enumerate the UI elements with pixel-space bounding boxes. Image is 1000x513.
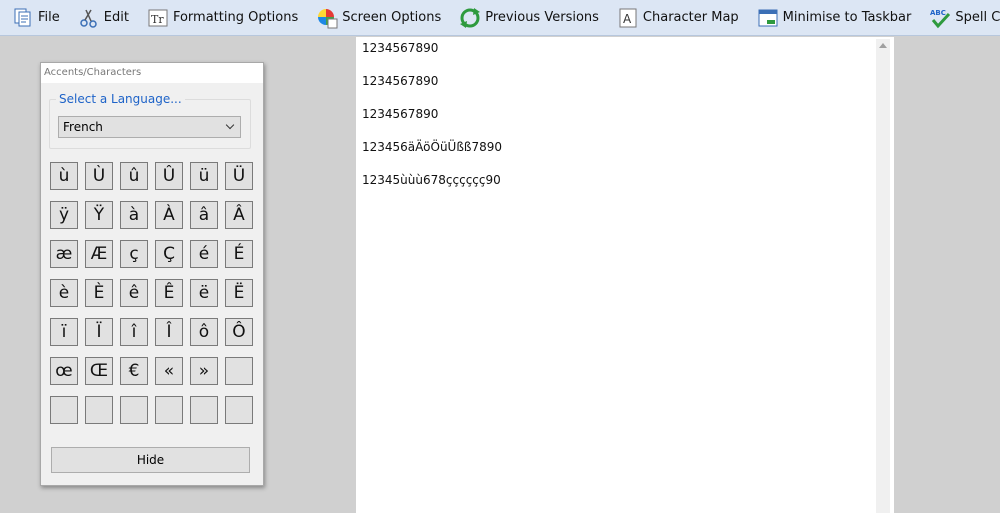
svg-text:A: A bbox=[623, 12, 632, 26]
character-button[interactable]: ï bbox=[50, 318, 78, 346]
svg-text:ABC: ABC bbox=[930, 9, 946, 17]
character-button[interactable] bbox=[225, 396, 253, 424]
document-text[interactable]: 1234567890 1234567890 1234567890 123456ä… bbox=[362, 41, 502, 206]
character-button[interactable]: Ü bbox=[225, 162, 253, 190]
character-button[interactable]: è bbox=[50, 279, 78, 307]
minimise-window-icon bbox=[757, 7, 779, 29]
minimise-to-taskbar-label: Minimise to Taskbar bbox=[782, 10, 912, 25]
character-button[interactable]: Ù bbox=[85, 162, 113, 190]
svg-text:Tr: Tr bbox=[151, 13, 164, 26]
character-button[interactable]: Ê bbox=[155, 279, 183, 307]
panel-title: Accents/Characters bbox=[41, 63, 263, 83]
character-button[interactable]: Î bbox=[155, 318, 183, 346]
language-select[interactable]: French bbox=[58, 116, 241, 138]
refresh-icon bbox=[459, 7, 481, 29]
character-button[interactable]: ë bbox=[190, 279, 218, 307]
minimise-to-taskbar-button[interactable]: Minimise to Taskbar bbox=[745, 0, 918, 35]
character-button[interactable]: é bbox=[190, 240, 218, 268]
previous-versions-button[interactable]: Previous Versions bbox=[447, 0, 605, 35]
screen-options-button[interactable]: Screen Options bbox=[304, 0, 447, 35]
edit-button[interactable]: Edit bbox=[66, 0, 135, 35]
character-button[interactable]: È bbox=[85, 279, 113, 307]
character-button[interactable] bbox=[120, 396, 148, 424]
accents-characters-panel: Accents/Characters Select a Language... … bbox=[40, 62, 264, 486]
character-button[interactable]: Â bbox=[225, 201, 253, 229]
character-button[interactable]: î bbox=[120, 318, 148, 346]
character-button[interactable]: œ bbox=[50, 357, 78, 385]
document-line: 1234567890 bbox=[362, 107, 439, 121]
character-map-button[interactable]: A Character Map bbox=[605, 0, 745, 35]
character-button[interactable]: ç bbox=[120, 240, 148, 268]
character-button[interactable] bbox=[190, 396, 218, 424]
character-button[interactable]: Ë bbox=[225, 279, 253, 307]
previous-versions-label: Previous Versions bbox=[485, 10, 599, 25]
formatting-icon: Tr bbox=[147, 7, 169, 29]
language-group-label: Select a Language... bbox=[56, 92, 185, 106]
edit-label: Edit bbox=[103, 10, 129, 25]
character-button[interactable]: Ï bbox=[85, 318, 113, 346]
character-button[interactable]: « bbox=[155, 357, 183, 385]
language-group: Select a Language... French bbox=[49, 92, 251, 149]
screen-options-label: Screen Options bbox=[342, 10, 442, 25]
spell-check-label: Spell Check bbox=[955, 10, 1000, 25]
selected-language: French bbox=[63, 120, 103, 134]
hide-button[interactable]: Hide bbox=[51, 447, 250, 473]
character-button[interactable]: à bbox=[120, 201, 148, 229]
color-wheel-icon bbox=[316, 7, 338, 29]
scroll-up-arrow-icon[interactable] bbox=[879, 43, 887, 48]
chevron-down-icon bbox=[225, 120, 235, 130]
formatting-options-button[interactable]: Tr Formatting Options bbox=[135, 0, 304, 35]
character-button[interactable]: À bbox=[155, 201, 183, 229]
character-button[interactable]: € bbox=[120, 357, 148, 385]
document-line: 1234567890 bbox=[362, 74, 439, 88]
document-line: 123456äÄöÖüÜßß7890 bbox=[362, 140, 502, 154]
formatting-options-label: Formatting Options bbox=[172, 10, 299, 25]
character-button[interactable]: Û bbox=[155, 162, 183, 190]
main-toolbar: File Edit Tr Formatting Options Screen O… bbox=[0, 0, 1000, 36]
spell-check-icon: ABC bbox=[929, 7, 951, 29]
document-line: 12345ùùù678çççççç90 bbox=[362, 173, 501, 187]
character-grid: ù Ù û Û ü Ü ÿ Ÿ à À â Â æ Æ ç Ç é É è È … bbox=[50, 162, 253, 424]
character-button[interactable]: » bbox=[190, 357, 218, 385]
document-editor[interactable]: 1234567890 1234567890 1234567890 123456ä… bbox=[356, 37, 894, 513]
character-button[interactable]: â bbox=[190, 201, 218, 229]
character-button[interactable]: Ô bbox=[225, 318, 253, 346]
character-button[interactable] bbox=[85, 396, 113, 424]
file-label: File bbox=[38, 10, 60, 25]
document-line: 1234567890 bbox=[362, 41, 439, 55]
character-map-label: Character Map bbox=[642, 10, 739, 25]
character-button[interactable]: Æ bbox=[85, 240, 113, 268]
file-icon bbox=[12, 7, 34, 29]
character-button[interactable]: Ç bbox=[155, 240, 183, 268]
character-button[interactable]: ÿ bbox=[50, 201, 78, 229]
character-button[interactable]: û bbox=[120, 162, 148, 190]
character-button[interactable] bbox=[50, 396, 78, 424]
character-button[interactable]: æ bbox=[50, 240, 78, 268]
file-button[interactable]: File bbox=[0, 0, 66, 35]
character-map-icon: A bbox=[617, 7, 639, 29]
character-button[interactable] bbox=[225, 357, 253, 385]
character-button[interactable]: ù bbox=[50, 162, 78, 190]
character-button[interactable]: ô bbox=[190, 318, 218, 346]
character-button[interactable]: É bbox=[225, 240, 253, 268]
vertical-scrollbar[interactable] bbox=[876, 39, 890, 513]
character-button[interactable] bbox=[155, 396, 183, 424]
character-button[interactable]: Œ bbox=[85, 357, 113, 385]
spell-check-button[interactable]: ABC Spell Check bbox=[917, 0, 1000, 35]
character-button[interactable]: ê bbox=[120, 279, 148, 307]
edit-scissors-icon bbox=[78, 7, 100, 29]
character-button[interactable]: ü bbox=[190, 162, 218, 190]
character-button[interactable]: Ÿ bbox=[85, 201, 113, 229]
